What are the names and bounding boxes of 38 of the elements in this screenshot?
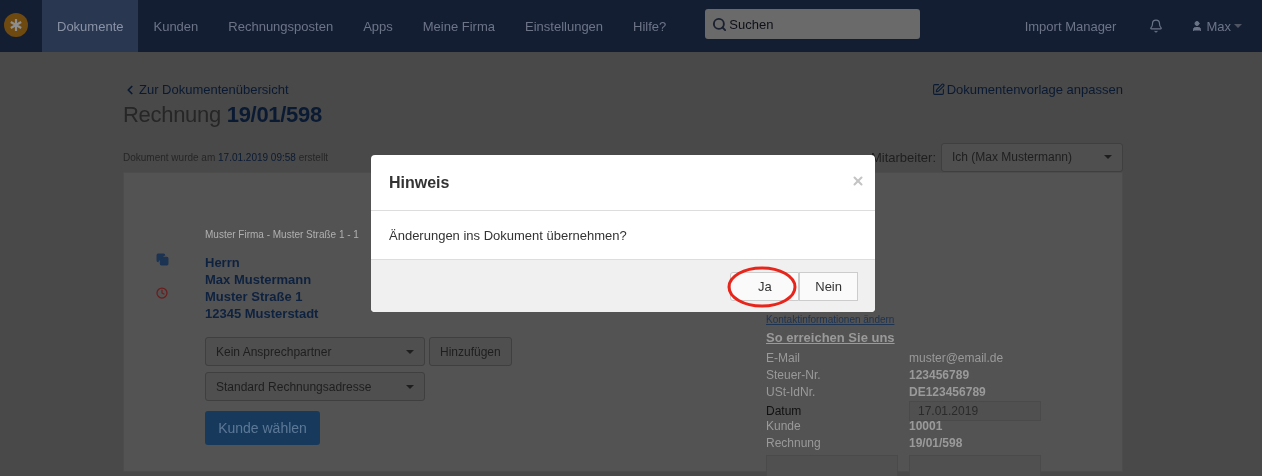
import-manager-link[interactable]: Import Manager bbox=[1009, 18, 1132, 34]
nav-tab[interactable]: Meine Firma bbox=[407, 0, 510, 52]
nav-tab[interactable]: Kunden bbox=[138, 0, 214, 52]
sender-line: Muster Firma - Muster Straße 1 - 1 bbox=[205, 229, 359, 241]
nav-tab[interactable]: Einstellungen bbox=[510, 0, 619, 52]
info-label: USt-IdNr. bbox=[766, 384, 817, 399]
close-button[interactable] bbox=[851, 173, 865, 188]
info-label: Steuer-Nr. bbox=[766, 367, 822, 382]
info-value: 123456789 bbox=[909, 367, 971, 382]
edit-icon bbox=[931, 83, 945, 96]
nav-tab[interactable]: Rechnungsposten bbox=[213, 0, 349, 52]
clock-icon[interactable] bbox=[156, 287, 168, 299]
info-label: Kunde bbox=[766, 418, 802, 433]
nav-tab[interactable]: Hilfe? bbox=[618, 0, 682, 52]
back-link[interactable]: Zur Dokumentenübersicht bbox=[123, 82, 289, 97]
logo-icon[interactable] bbox=[4, 13, 28, 37]
contact-heading: So erreichen Sie uns bbox=[766, 330, 896, 345]
info-label: E-Mail bbox=[766, 350, 801, 365]
info-value: DE123456789 bbox=[909, 384, 987, 399]
info-label: Rechnung bbox=[766, 435, 822, 450]
search-icon bbox=[712, 17, 728, 32]
info-value: muster@email.de bbox=[909, 350, 1005, 365]
edit-template-link[interactable]: Dokumentenvorlage anpassen bbox=[931, 82, 1123, 97]
info-value: 10001 bbox=[909, 418, 944, 433]
nav-tab[interactable]: Apps bbox=[348, 0, 408, 52]
search-field[interactable]: Suchen bbox=[705, 9, 921, 39]
notification-bell-icon[interactable] bbox=[1149, 19, 1164, 33]
no-button[interactable]: Nein bbox=[799, 271, 858, 301]
user-icon bbox=[1191, 20, 1204, 32]
choose-customer-button[interactable]: Kunde wählen bbox=[205, 411, 320, 445]
dialog-title: Hinweis bbox=[389, 173, 450, 192]
recipient-address: Herrn Max Mustermann Muster Straße 1 12345 Musterstadt bbox=[205, 254, 319, 322]
nav-tab[interactable]: Dokumente bbox=[42, 0, 139, 52]
dialog-message: Änderungen ins Dokument übernehmen? bbox=[389, 227, 627, 243]
copy-icon[interactable] bbox=[156, 253, 169, 266]
info-value: 19/01/598 bbox=[909, 435, 964, 450]
info-label: Datum bbox=[766, 404, 803, 418]
user-menu[interactable]: Max bbox=[1181, 18, 1242, 34]
